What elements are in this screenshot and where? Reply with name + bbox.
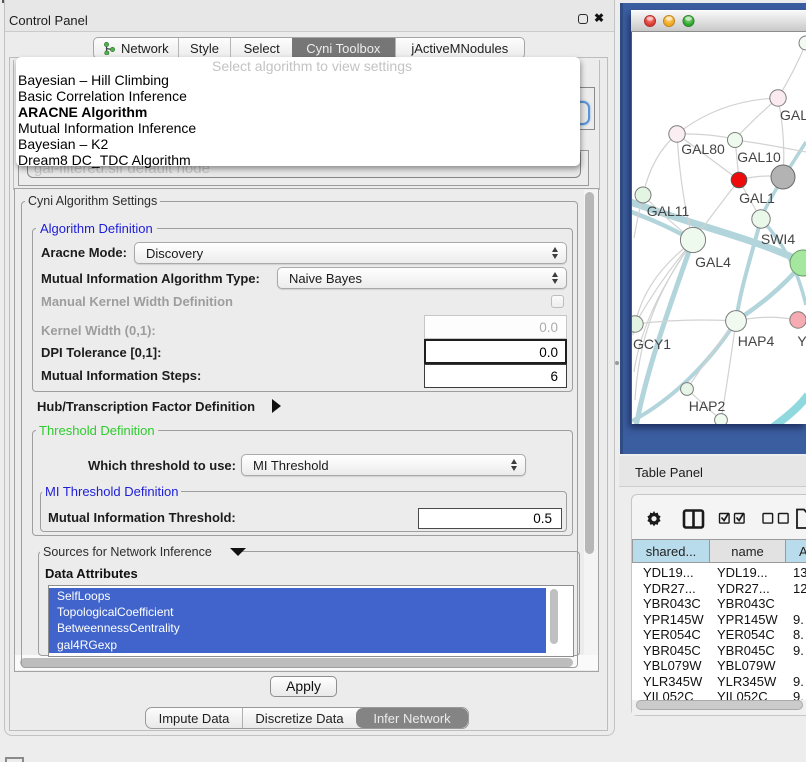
svg-text:Y: Y [797, 333, 806, 349]
svg-text:GAL: GAL [780, 107, 806, 123]
svg-text:GAL11: GAL11 [647, 203, 690, 219]
svg-text:GAL80: GAL80 [681, 141, 725, 157]
svg-text:SWI4: SWI4 [761, 231, 795, 247]
svg-text:HAP4: HAP4 [738, 333, 775, 349]
svg-text:GAL10: GAL10 [737, 149, 781, 165]
svg-text:GAL1: GAL1 [739, 190, 775, 206]
svg-text:GAL4: GAL4 [695, 254, 731, 270]
svg-text:HAP2: HAP2 [689, 398, 726, 414]
svg-text:GCY1: GCY1 [633, 336, 671, 352]
